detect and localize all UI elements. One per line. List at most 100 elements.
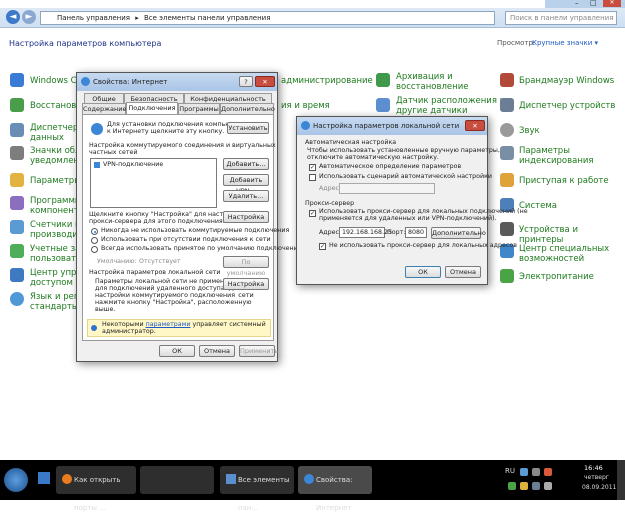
ok-button[interactable]: ОК <box>159 345 195 357</box>
cp-item-indexing-2[interactable]: индексирования <box>519 156 594 166</box>
dialup-text-2: частных сетей <box>89 149 138 156</box>
tray-icon[interactable] <box>520 468 528 476</box>
maximize-icon[interactable]: □ <box>590 0 597 7</box>
close-button[interactable]: ✕ <box>465 120 485 131</box>
credential-manager-icon <box>10 123 24 137</box>
cp-item-folder-options[interactable]: Параметры <box>30 176 81 186</box>
admin-info-bar: Некоторыми параметрами управляет системн… <box>87 319 271 337</box>
tray-icon[interactable] <box>520 482 528 490</box>
advanced-button[interactable]: Дополнительно <box>431 227 486 239</box>
cp-item-performance[interactable]: Счетчики и <box>30 220 81 230</box>
connections-panel: Для установки подключения компьютера к И… <box>82 114 302 341</box>
language-indicator[interactable]: RU <box>505 467 515 475</box>
cp-item-firewall[interactable]: Брандмауэр Windows <box>519 76 614 86</box>
list-item[interactable]: VPN-подключение <box>103 161 163 169</box>
indexing-icon <box>500 146 514 160</box>
proxy-port-input[interactable]: 8080 <box>405 227 427 238</box>
cp-item-administration[interactable]: администрирование <box>281 76 373 86</box>
info-link[interactable]: параметрами <box>146 321 191 328</box>
programs-icon <box>10 196 24 210</box>
pinned-app-icon[interactable] <box>38 472 50 484</box>
add-vpn-button[interactable]: Добавить VPN... <box>223 174 269 195</box>
network-icon[interactable] <box>532 482 540 490</box>
cp-item-backup-2[interactable]: восстановление <box>396 82 468 92</box>
tab-connections[interactable]: Подключения <box>126 102 178 114</box>
cp-item-credential-manager-2[interactable]: данных <box>30 133 64 143</box>
tray-icon[interactable] <box>544 468 552 476</box>
bypass-local-label: Не использовать прокси-сервер для локаль… <box>329 242 517 249</box>
apply-button[interactable]: Применить <box>239 345 278 357</box>
start-button[interactable] <box>4 468 28 492</box>
search-input[interactable]: Поиск в панели управления <box>505 11 617 25</box>
set-default-button[interactable]: По умолчанию <box>223 256 269 277</box>
close-button[interactable]: ✕ <box>255 76 275 87</box>
cp-item-performance-2[interactable]: производит <box>30 230 83 240</box>
connection-list[interactable]: VPN-подключение <box>90 158 217 208</box>
recovery-icon <box>10 98 24 112</box>
proxy-port-label: Порт: <box>387 229 406 236</box>
cp-item-devices-printers[interactable]: Устройства и принтеры <box>519 225 625 245</box>
taskbar-item-blank[interactable] <box>140 466 214 494</box>
help-button[interactable]: ? <box>239 76 253 87</box>
radio-always-dial[interactable] <box>91 246 98 253</box>
proxy-address-input[interactable]: 192.168.168.25 <box>339 227 392 238</box>
lan-text-5: выше. <box>95 306 116 313</box>
lan-settings-button[interactable]: Настройка сети <box>223 278 269 299</box>
cp-item-getting-started[interactable]: Приступая к работе <box>519 176 609 186</box>
use-proxy-checkbox[interactable]: ✓ <box>309 210 316 217</box>
cp-item-device-manager[interactable]: Диспетчер устройств <box>519 101 615 111</box>
radio-dial-when-no-network[interactable] <box>91 237 98 244</box>
info-icon <box>91 325 97 331</box>
cp-item-windows-cardspace[interactable]: Windows Ca <box>30 76 82 86</box>
cp-item-sound[interactable]: Звук <box>519 126 540 136</box>
close-icon[interactable]: ✕ <box>603 0 621 7</box>
radio-always-dial-label: Всегда использовать принятое по умолчани… <box>101 245 302 252</box>
address-box[interactable]: Панель управления ▸ Все элементы панели … <box>40 11 495 25</box>
power-options-icon <box>500 269 514 283</box>
minimize-icon[interactable]: – <box>575 0 579 7</box>
cp-item-network-center-2[interactable]: доступом <box>30 278 73 288</box>
cp-item-location-sensors-2[interactable]: другие датчики <box>396 106 467 116</box>
cancel-button[interactable]: Отмена <box>199 345 235 357</box>
backup-icon <box>376 73 390 87</box>
tray-icon[interactable] <box>508 482 516 490</box>
setup-button[interactable]: Установить <box>227 122 269 134</box>
cp-item-date-time[interactable]: ия и время <box>281 101 330 111</box>
cp-item-power-options[interactable]: Электропитание <box>519 272 594 282</box>
clock-time[interactable]: 16:46 <box>584 464 603 472</box>
ok-button[interactable]: ОК <box>405 266 441 278</box>
bypass-local-checkbox[interactable]: ✓ <box>319 243 326 250</box>
cp-item-backup[interactable]: Архивация и <box>396 72 453 82</box>
address-segment-2[interactable]: Все элементы панели управления <box>144 14 271 22</box>
tray-icon[interactable] <box>532 468 540 476</box>
back-button[interactable]: ◄ <box>6 10 20 24</box>
delete-button[interactable]: Удалить... <box>223 190 269 202</box>
add-button[interactable]: Добавить... <box>223 158 269 170</box>
cp-item-ease-of-access-2[interactable]: возможностей <box>519 254 584 264</box>
settings-button[interactable]: Настройка <box>223 211 269 223</box>
radio-never-dial[interactable] <box>91 228 98 235</box>
proxy-address-label: Адрес: <box>319 229 342 236</box>
tab-content[interactable]: Содержание <box>82 103 126 114</box>
user-accounts-icon <box>10 244 24 258</box>
cp-item-indexing[interactable]: Параметры <box>519 146 570 156</box>
sound-icon <box>500 123 514 137</box>
forward-button[interactable]: ► <box>22 10 36 24</box>
cp-item-location-sensors[interactable]: Датчик расположения и <box>396 96 505 106</box>
auto-section-title: Автоматическая настройка <box>305 139 397 146</box>
cp-item-ease-of-access[interactable]: Центр специальных <box>519 244 609 254</box>
auto-script-checkbox[interactable] <box>309 174 316 181</box>
setup-text-2: к Интернету щелкните эту кнопку. <box>107 128 225 135</box>
volume-icon[interactable] <box>544 482 552 490</box>
cancel-button[interactable]: Отмена <box>445 266 481 278</box>
tab-advanced[interactable]: Дополнительно <box>220 103 275 114</box>
proxy-address-value: 192.168.168.25 <box>342 229 393 236</box>
auto-detect-checkbox[interactable]: ✓ <box>309 164 316 171</box>
view-dropdown[interactable]: Крупные значки ▾ <box>532 39 598 47</box>
show-desktop-button[interactable] <box>617 460 625 500</box>
address-segment-1[interactable]: Панель управления <box>57 14 130 22</box>
tab-programs[interactable]: Программы <box>178 103 220 114</box>
cp-item-programs[interactable]: Программы <box>30 196 82 206</box>
script-address-input[interactable] <box>339 183 435 194</box>
cp-item-region-language-2[interactable]: стандарты <box>30 302 79 312</box>
